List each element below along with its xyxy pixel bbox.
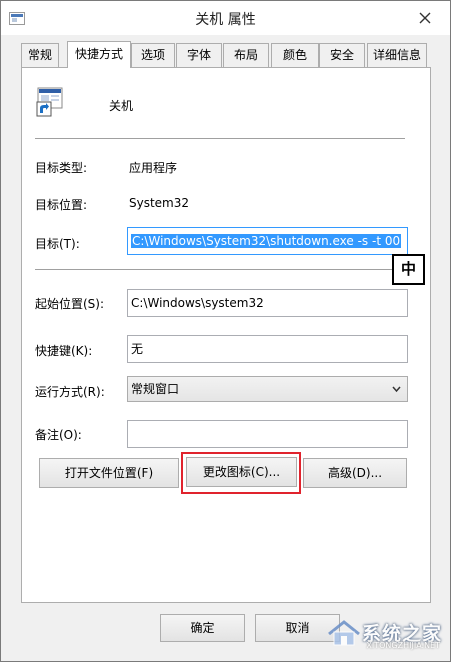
tab-security[interactable]: 安全 [319, 43, 365, 67]
target-type-label: 目标类型: [35, 161, 88, 175]
close-button[interactable] [412, 8, 438, 28]
target-label: 目标(T): [35, 237, 80, 251]
close-icon [419, 12, 431, 24]
target-type-value: 应用程序 [129, 161, 178, 175]
title-bar: 关机 属性 [1, 1, 450, 35]
ok-button[interactable]: 确定 [160, 614, 245, 642]
target-location-value: System32 [129, 196, 190, 210]
chevron-down-icon [392, 386, 401, 393]
shortcut-key-label: 快捷键(K): [35, 344, 93, 358]
tab-font[interactable]: 字体 [176, 43, 222, 67]
target-value-selected: C:\Windows\System32\shutdown.exe -s -t 0… [131, 234, 402, 248]
run-select[interactable]: 常规窗口 [127, 376, 408, 402]
run-label: 运行方式(R): [35, 385, 105, 399]
target-input[interactable]: C:\Windows\System32\shutdown.exe -s -t 0… [127, 227, 408, 255]
shortcut-key-input[interactable]: 无 [127, 335, 408, 363]
target-location-label: 目标位置: [35, 198, 88, 212]
advanced-button[interactable]: 高级(D)... [303, 458, 407, 488]
watermark-subtext: XITONGZHIJIA.NET [366, 641, 440, 650]
highlight-box [181, 452, 301, 494]
tab-general[interactable]: 常规 [21, 43, 59, 67]
properties-window: 关机 属性 常规 快捷方式 选项 字体 布局 颜色 安全 详细信息 关机 目标类… [0, 0, 451, 662]
open-file-location-button[interactable]: 打开文件位置(F) [39, 458, 179, 488]
shortcut-name: 关机 [109, 99, 134, 113]
start-in-label: 起始位置(S): [35, 297, 105, 311]
shortcut-arrow-icon [36, 87, 63, 117]
window-title: 关机 属性 [195, 12, 256, 28]
separator-top [35, 138, 405, 139]
tab-options[interactable]: 选项 [131, 43, 175, 67]
tab-layout[interactable]: 布局 [223, 43, 269, 67]
comment-label: 备注(O): [35, 428, 82, 442]
separator-middle [35, 269, 392, 270]
ime-indicator[interactable]: 中 [392, 254, 425, 285]
comment-input[interactable] [127, 420, 408, 448]
tab-colors[interactable]: 颜色 [271, 43, 319, 67]
watermark: 系统之家 XITONGZHIJIA.NET [326, 617, 442, 650]
start-in-input[interactable]: C:\Windows\system32 [127, 289, 408, 317]
tab-shortcut[interactable]: 快捷方式 [67, 41, 131, 68]
tab-details[interactable]: 详细信息 [367, 43, 427, 67]
run-select-value: 常规窗口 [131, 382, 180, 396]
watermark-logo-icon [328, 620, 360, 646]
